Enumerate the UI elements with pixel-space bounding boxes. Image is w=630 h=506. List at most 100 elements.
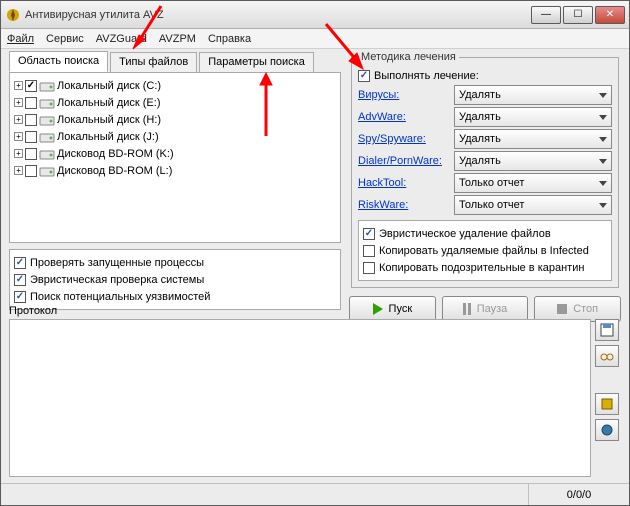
tool-button-1[interactable] bbox=[595, 393, 619, 415]
combo-virus[interactable]: Удалять bbox=[454, 85, 612, 105]
drive-checkbox[interactable] bbox=[25, 114, 37, 126]
lbl-copy-infected: Копировать удаляемые файлы в Infected bbox=[379, 245, 589, 257]
drive-icon bbox=[39, 164, 55, 178]
cb-copy-infected[interactable] bbox=[363, 245, 375, 257]
drive-row[interactable]: + Локальный диск (J:) bbox=[14, 128, 336, 145]
lbl-perform-treatment: Выполнять лечение: bbox=[374, 70, 479, 82]
minimize-button[interactable]: — bbox=[531, 6, 561, 24]
cb-perform-treatment[interactable] bbox=[358, 70, 370, 82]
combo-spyware[interactable]: Удалять bbox=[454, 129, 612, 149]
drive-row[interactable]: + Локальный диск (C:) bbox=[14, 77, 336, 94]
status-left bbox=[1, 484, 529, 505]
chevron-down-icon bbox=[599, 115, 607, 120]
cb-vulnerabilities[interactable] bbox=[14, 291, 26, 303]
combo-hacktool[interactable]: Только отчет bbox=[454, 173, 612, 193]
window-controls: — ☐ ✕ bbox=[531, 6, 625, 24]
drive-row[interactable]: + Локальный диск (E:) bbox=[14, 94, 336, 111]
drive-icon bbox=[39, 130, 55, 144]
content-area: Область поиска Типы файлов Параметры пои… bbox=[9, 51, 621, 479]
drive-icon bbox=[39, 113, 55, 127]
lbl-dialer[interactable]: Dialer/PornWare: bbox=[358, 155, 448, 167]
left-column: Область поиска Типы файлов Параметры пои… bbox=[9, 51, 341, 310]
cb-heuristic[interactable] bbox=[14, 274, 26, 286]
chevron-down-icon bbox=[599, 159, 607, 164]
drive-row[interactable]: + Дисковод BD-ROM (K:) bbox=[14, 145, 336, 162]
drive-row[interactable]: + Дисковод BD-ROM (L:) bbox=[14, 162, 336, 179]
tab-file-types[interactable]: Типы файлов bbox=[110, 52, 197, 73]
protocol-label: Протокол bbox=[9, 305, 57, 317]
app-icon bbox=[5, 7, 21, 23]
expand-icon[interactable]: + bbox=[14, 115, 23, 124]
expand-icon[interactable]: + bbox=[14, 149, 23, 158]
lbl-vulnerabilities: Поиск потенциальных уязвимостей bbox=[30, 291, 210, 303]
lbl-copy-quarantine: Копировать подозрительные в карантин bbox=[379, 262, 584, 274]
drive-checkbox[interactable] bbox=[25, 97, 37, 109]
drive-icon bbox=[39, 96, 55, 110]
lbl-virus[interactable]: Вирусы: bbox=[358, 89, 448, 101]
drive-checkbox[interactable] bbox=[25, 131, 37, 143]
menu-service[interactable]: Сервис bbox=[46, 33, 84, 45]
lbl-advware[interactable]: AdvWare: bbox=[358, 111, 448, 123]
menu-avzpm[interactable]: AVZPM bbox=[159, 33, 196, 45]
lbl-check-processes: Проверять запущенные процессы bbox=[30, 257, 204, 269]
window-title: Антивирусная утилита AVZ bbox=[25, 9, 531, 21]
cb-heur-delete[interactable] bbox=[363, 228, 375, 240]
title-bar: Антивирусная утилита AVZ — ☐ ✕ bbox=[1, 1, 629, 29]
treatment-legend: Методика лечения bbox=[358, 51, 459, 63]
drive-label: Локальный диск (J:) bbox=[57, 131, 159, 143]
expand-icon[interactable]: + bbox=[14, 98, 23, 107]
menu-help[interactable]: Справка bbox=[208, 33, 251, 45]
treatment-options: Эвристическое удаление файлов Копировать… bbox=[358, 220, 612, 281]
menu-avzguard[interactable]: AVZGuard bbox=[96, 33, 147, 45]
treatment-group: Методика лечения Выполнять лечение: Виру… bbox=[351, 51, 619, 288]
drive-label: Дисковод BD-ROM (L:) bbox=[57, 165, 172, 177]
cb-check-processes[interactable] bbox=[14, 257, 26, 269]
expand-icon[interactable]: + bbox=[14, 81, 23, 90]
drive-checkbox[interactable] bbox=[25, 165, 37, 177]
drive-label: Дисковод BD-ROM (K:) bbox=[57, 148, 174, 160]
drive-label: Локальный диск (H:) bbox=[57, 114, 161, 126]
lbl-riskware[interactable]: RiskWare: bbox=[358, 199, 448, 211]
chevron-down-icon bbox=[599, 181, 607, 186]
chevron-down-icon bbox=[599, 93, 607, 98]
tab-search-params[interactable]: Параметры поиска bbox=[199, 52, 314, 73]
expand-icon[interactable]: + bbox=[14, 166, 23, 175]
lbl-heuristic: Эвристическая проверка системы bbox=[30, 274, 204, 286]
lbl-heur-delete: Эвристическое удаление файлов bbox=[379, 228, 551, 240]
tab-search-area[interactable]: Область поиска bbox=[9, 51, 108, 72]
tool-button-2[interactable] bbox=[595, 419, 619, 441]
menu-file[interactable]: Файл bbox=[7, 33, 34, 45]
maximize-button[interactable]: ☐ bbox=[563, 6, 593, 24]
combo-advware[interactable]: Удалять bbox=[454, 107, 612, 127]
glasses-button[interactable] bbox=[595, 345, 619, 367]
lbl-hacktool[interactable]: HackTool: bbox=[358, 177, 448, 189]
drive-row[interactable]: + Локальный диск (H:) bbox=[14, 111, 336, 128]
status-counts: 0/0/0 bbox=[529, 484, 629, 505]
combo-riskware[interactable]: Только отчет bbox=[454, 195, 612, 215]
cb-copy-quarantine[interactable] bbox=[363, 262, 375, 274]
tabs: Область поиска Типы файлов Параметры пои… bbox=[9, 51, 341, 73]
close-button[interactable]: ✕ bbox=[595, 6, 625, 24]
expand-icon[interactable]: + bbox=[14, 132, 23, 141]
chevron-down-icon bbox=[599, 203, 607, 208]
drive-icon bbox=[39, 79, 55, 93]
stop-icon bbox=[557, 304, 567, 314]
side-toolbar bbox=[595, 319, 621, 441]
chevron-down-icon bbox=[599, 137, 607, 142]
main-window: Антивирусная утилита AVZ — ☐ ✕ Файл Серв… bbox=[0, 0, 630, 506]
drive-tree[interactable]: + Локальный диск (C:) + Локальный диск (E:)… bbox=[9, 73, 341, 243]
status-bar: 0/0/0 bbox=[1, 483, 629, 505]
drive-checkbox[interactable] bbox=[25, 148, 37, 160]
pause-icon bbox=[463, 303, 471, 315]
drive-icon bbox=[39, 147, 55, 161]
play-icon bbox=[373, 303, 383, 315]
drive-label: Локальный диск (C:) bbox=[57, 80, 161, 92]
left-options: Проверять запущенные процессы Эвристичес… bbox=[9, 249, 341, 310]
menu-bar: Файл Сервис AVZGuard AVZPM Справка bbox=[1, 29, 629, 49]
save-log-button[interactable] bbox=[595, 319, 619, 341]
drive-label: Локальный диск (E:) bbox=[57, 97, 161, 109]
protocol-textarea[interactable] bbox=[9, 319, 591, 477]
drive-checkbox[interactable] bbox=[25, 80, 37, 92]
lbl-spyware[interactable]: Spy/Spyware: bbox=[358, 133, 448, 145]
combo-dialer[interactable]: Удалять bbox=[454, 151, 612, 171]
